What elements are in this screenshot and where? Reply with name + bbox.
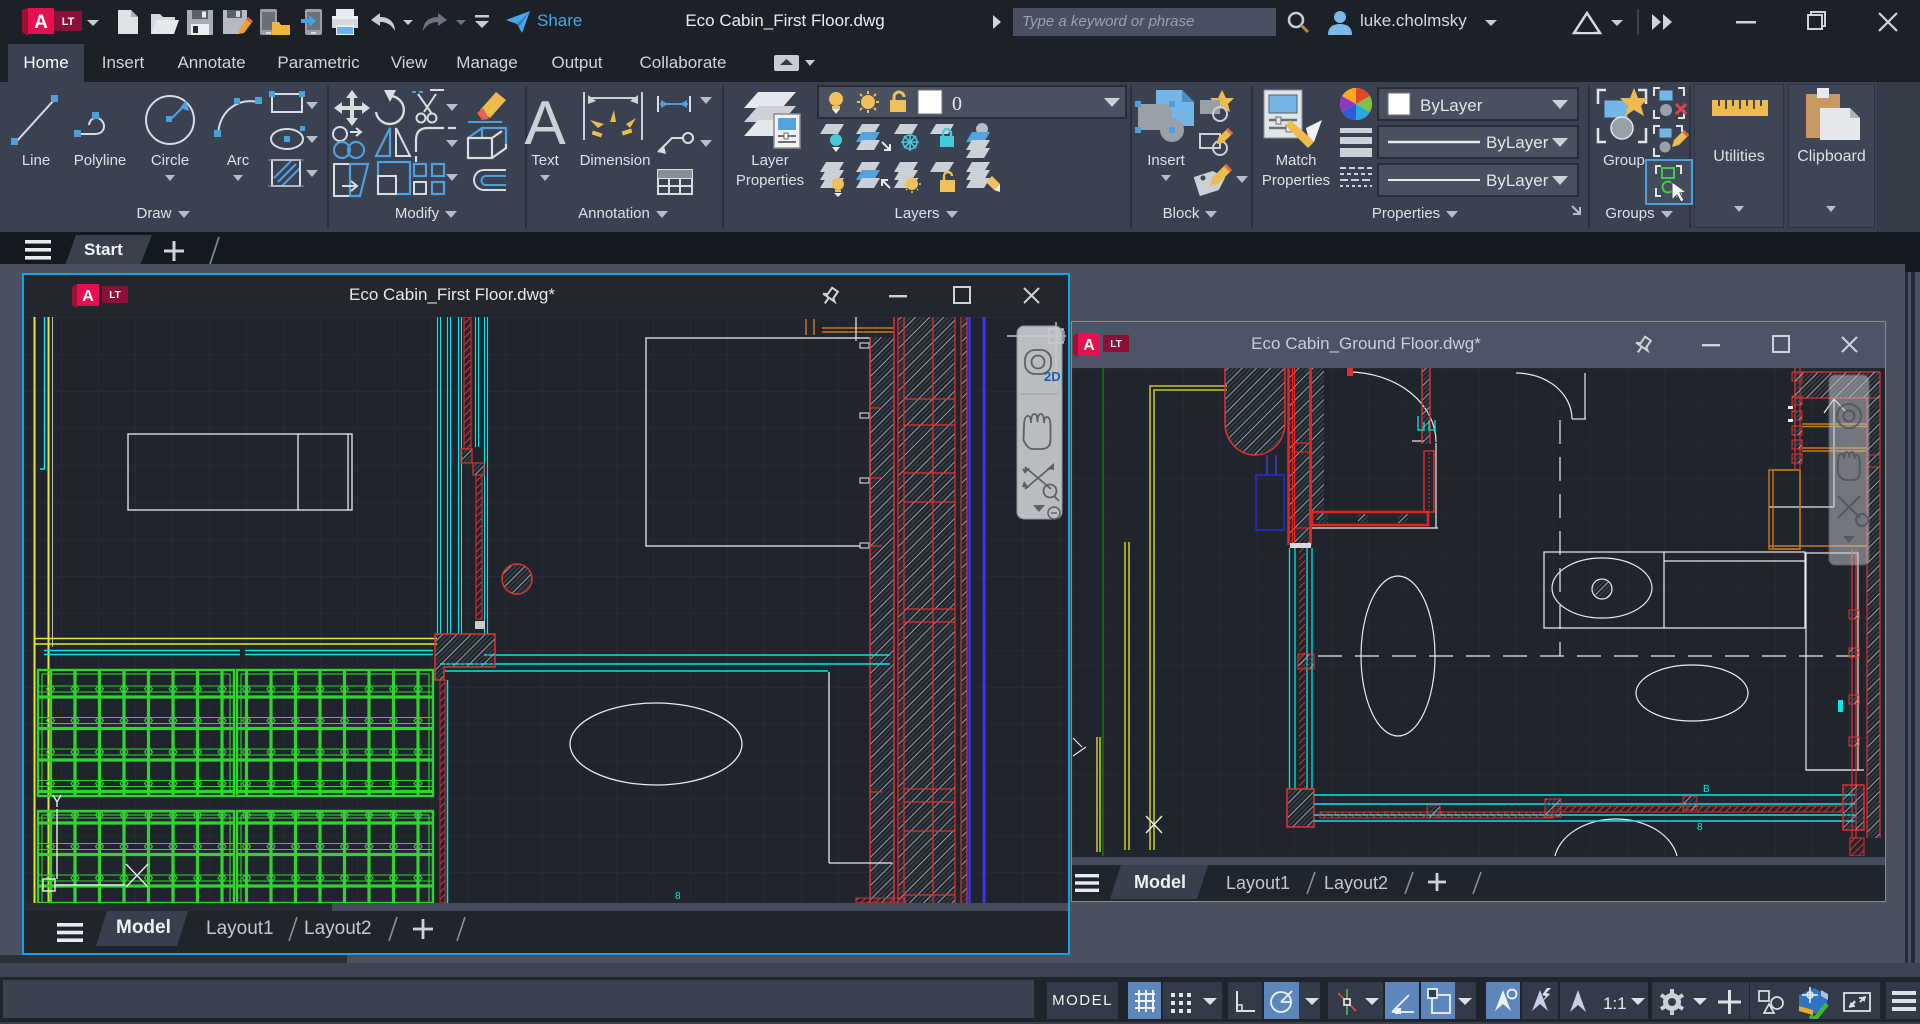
- svg-text:A: A: [1083, 337, 1095, 354]
- svg-text:B: B: [1703, 784, 1710, 795]
- svg-text:ByLayer: ByLayer: [1486, 133, 1549, 152]
- svg-text:A: A: [34, 12, 48, 33]
- svg-text:2D: 2D: [1044, 369, 1061, 384]
- svg-text:1:1: 1:1: [1603, 994, 1627, 1013]
- svg-text:8: 8: [675, 891, 681, 902]
- svg-text:ByLayer: ByLayer: [1420, 96, 1483, 115]
- svg-text:LT: LT: [109, 290, 120, 301]
- svg-text:LT: LT: [62, 16, 75, 28]
- svg-text:ByLayer: ByLayer: [1486, 171, 1549, 190]
- svg-text:A: A: [524, 89, 566, 158]
- svg-text:8: 8: [1697, 822, 1703, 833]
- svg-text:0: 0: [952, 93, 962, 115]
- svg-text:LT: LT: [1110, 339, 1121, 350]
- svg-text:A: A: [82, 288, 94, 305]
